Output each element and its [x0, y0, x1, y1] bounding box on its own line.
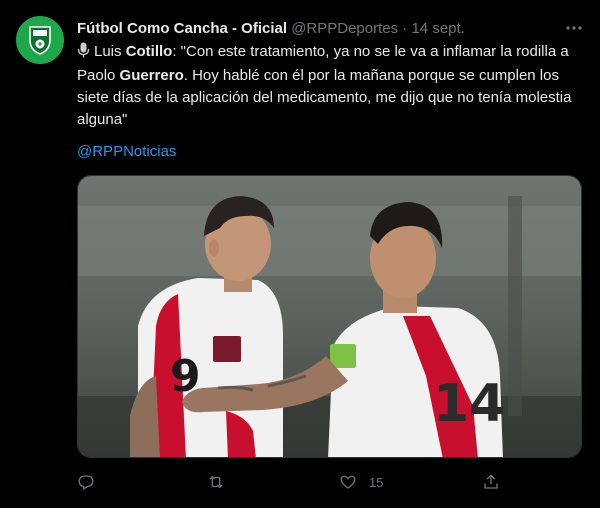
avatar[interactable] — [16, 16, 64, 64]
tweet-text: Luis Cotillo: "Con este tratamiento, ya … — [77, 41, 582, 131]
right-jersey-number: 14 — [433, 374, 505, 434]
tweet-photo[interactable]: 9 14 — [77, 175, 582, 458]
like-icon — [340, 475, 356, 489]
share-icon — [484, 474, 498, 489]
tweet-actions: 15 — [77, 470, 517, 494]
mention-link[interactable]: @RPPNoticias — [77, 141, 176, 163]
text-bold-name-1: Cotillo — [125, 43, 173, 60]
reply-icon — [78, 475, 94, 490]
text-bold-name-2: Guerrero — [119, 67, 184, 84]
tweet-date[interactable]: 14 sept. — [411, 20, 464, 37]
like-count: 15 — [369, 474, 384, 490]
tweet-header: Fútbol Como Cancha - Oficial @RPPDeporte… — [77, 18, 547, 40]
header-separator: · — [402, 20, 408, 37]
microphone-icon — [77, 42, 90, 65]
share-button[interactable] — [482, 470, 500, 494]
author-name[interactable]: Fútbol Como Cancha - Oficial — [77, 20, 287, 37]
like-button[interactable]: 15 — [339, 470, 383, 494]
retweet-icon — [209, 475, 223, 489]
author-handle[interactable]: @RPPDeportes — [291, 20, 398, 37]
retweet-button[interactable] — [207, 470, 225, 494]
reply-button[interactable] — [77, 470, 95, 494]
text-part-1: Luis — [94, 43, 126, 60]
club-crest-logo — [16, 16, 64, 64]
players-photo: 9 14 — [78, 176, 581, 457]
tweet-card[interactable]: Fútbol Como Cancha - Oficial @RPPDeporte… — [0, 0, 600, 508]
more-options-icon[interactable] — [562, 18, 586, 40]
